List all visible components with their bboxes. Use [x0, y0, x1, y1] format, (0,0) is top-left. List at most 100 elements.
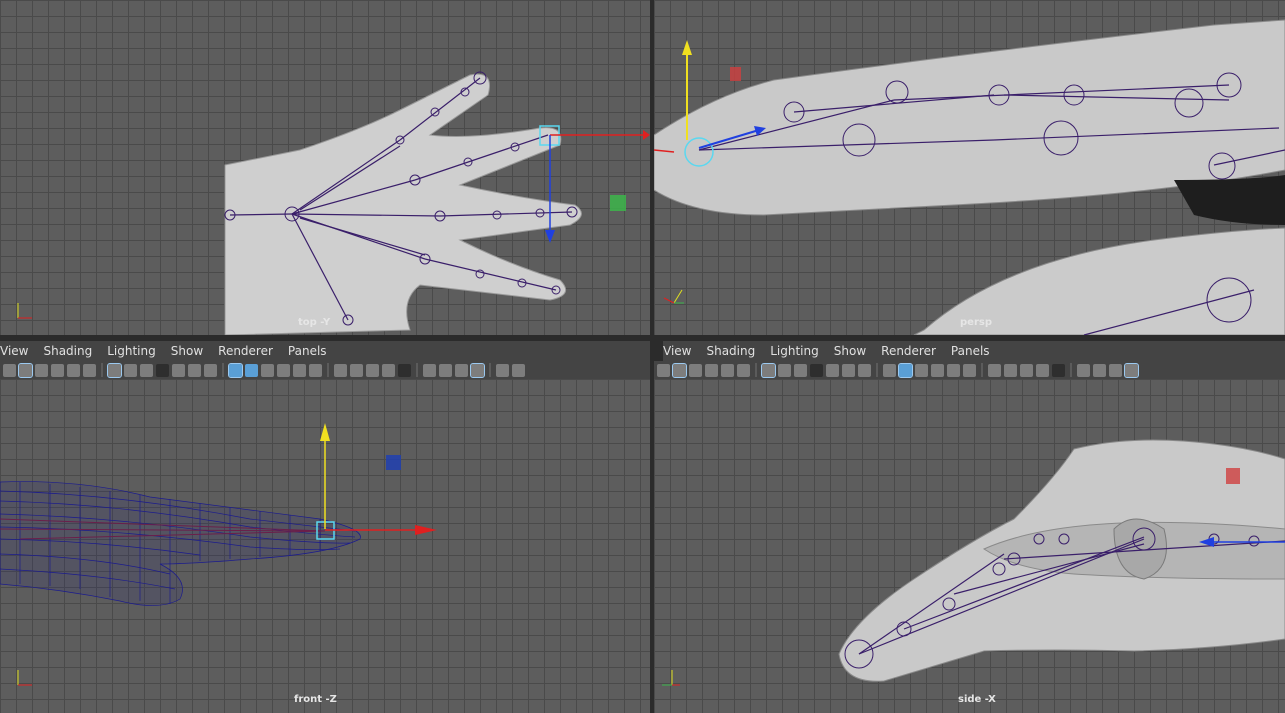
menu-shading[interactable]: Shading: [706, 344, 762, 358]
menu-panels[interactable]: Panels: [288, 344, 334, 358]
axis-gizmo: [17, 303, 32, 319]
wireframe-on-shaded-icon[interactable]: [261, 363, 274, 377]
field-chart-icon[interactable]: [172, 363, 185, 377]
toolbar-divider: [489, 363, 491, 377]
axis-gizmo: [663, 289, 684, 304]
ambient-occlusion-icon[interactable]: [1004, 363, 1017, 377]
depth-of-field-icon[interactable]: [398, 363, 411, 377]
gate-mask-icon[interactable]: [156, 363, 169, 377]
motion-blur-icon[interactable]: [1020, 363, 1033, 377]
shadows-icon[interactable]: [334, 363, 347, 377]
front-view-scene: [0, 423, 437, 686]
menu-view[interactable]: View: [663, 344, 698, 358]
viewport-label: front -Z: [294, 694, 337, 705]
toolbar-divider: [876, 363, 878, 377]
shadows-icon[interactable]: [988, 363, 1001, 377]
xray-joints-icon[interactable]: [1109, 363, 1122, 377]
wireframe-icon[interactable]: [228, 362, 243, 378]
axis-gizmo: [17, 670, 32, 686]
viewport-splitter-vertical[interactable]: [650, 0, 654, 713]
safe-title-icon[interactable]: [204, 363, 217, 377]
safe-action-icon[interactable]: [188, 363, 201, 377]
wireframe-on-shaded-icon[interactable]: [915, 363, 928, 377]
xray-active-icon[interactable]: [1124, 362, 1139, 378]
viewport-front[interactable]: front -Z: [0, 379, 650, 713]
bookmark-icon[interactable]: [35, 363, 48, 377]
viewport-label: top -Y: [298, 317, 331, 328]
ambient-occlusion-icon[interactable]: [350, 363, 363, 377]
plane-handle: [1226, 468, 1240, 484]
exposure-icon[interactable]: [496, 363, 509, 377]
field-chart-icon[interactable]: [826, 363, 839, 377]
toolbar-divider: [222, 363, 224, 377]
grid-icon[interactable]: [761, 362, 776, 378]
lights-icon[interactable]: [309, 363, 322, 377]
viewport-label: side -X: [958, 694, 996, 705]
viewport-label: persp: [960, 317, 992, 328]
anti-alias-icon[interactable]: [1036, 363, 1049, 377]
menu-renderer[interactable]: Renderer: [218, 344, 280, 358]
2d-pan-zoom-icon[interactable]: [67, 363, 80, 377]
xray-active-icon[interactable]: [470, 362, 485, 378]
smooth-shade-icon[interactable]: [898, 362, 913, 378]
safe-action-icon[interactable]: [842, 363, 855, 377]
checker-icon[interactable]: [947, 363, 960, 377]
toolbar-divider: [1070, 363, 1072, 377]
resolution-gate-icon[interactable]: [140, 363, 153, 377]
xray-icon[interactable]: [439, 363, 452, 377]
gamma-icon[interactable]: [512, 363, 525, 377]
xray-joints-icon[interactable]: [455, 363, 468, 377]
grease-pencil-icon[interactable]: [83, 363, 96, 377]
2d-pan-zoom-icon[interactable]: [721, 363, 734, 377]
checker-icon[interactable]: [293, 363, 306, 377]
xray-icon[interactable]: [1093, 363, 1106, 377]
wireframe-icon[interactable]: [883, 363, 896, 377]
grease-pencil-icon[interactable]: [737, 363, 750, 377]
menu-lighting[interactable]: Lighting: [107, 344, 163, 358]
image-plane-icon[interactable]: [705, 363, 718, 377]
gate-mask-icon[interactable]: [810, 363, 823, 377]
top-view-scene: [17, 71, 650, 335]
side-view-scene: [662, 439, 1285, 686]
plane-handle: [730, 67, 741, 81]
viewport-side[interactable]: side -X: [654, 379, 1285, 713]
plane-handle: [386, 455, 401, 470]
camera-select-icon[interactable]: [3, 363, 16, 377]
bookmark-icon[interactable]: [689, 363, 702, 377]
toolbar-divider: [981, 363, 983, 377]
viewport-top[interactable]: top -Y: [0, 0, 650, 335]
lights-icon[interactable]: [963, 363, 976, 377]
film-gate-icon[interactable]: [124, 363, 137, 377]
image-plane-icon[interactable]: [51, 363, 64, 377]
viewport-persp[interactable]: persp: [654, 0, 1285, 335]
depth-of-field-icon[interactable]: [1052, 363, 1065, 377]
safe-title-icon[interactable]: [858, 363, 871, 377]
camera-attributes-icon[interactable]: [18, 362, 33, 378]
hand-mesh: [224, 73, 582, 335]
film-gate-icon[interactable]: [778, 363, 791, 377]
camera-attributes-icon[interactable]: [672, 362, 687, 378]
toolbar-divider: [755, 363, 757, 377]
toolbar-divider: [101, 363, 103, 377]
menu-shading[interactable]: Shading: [43, 344, 99, 358]
menu-renderer[interactable]: Renderer: [881, 344, 943, 358]
isolate-select-icon[interactable]: [423, 363, 436, 377]
textured-icon[interactable]: [277, 363, 290, 377]
camera-select-icon[interactable]: [657, 363, 670, 377]
resolution-gate-icon[interactable]: [794, 363, 807, 377]
motion-blur-icon[interactable]: [366, 363, 379, 377]
menu-view[interactable]: View: [0, 344, 35, 358]
menu-lighting[interactable]: Lighting: [770, 344, 826, 358]
grid-icon[interactable]: [107, 362, 122, 378]
menu-show[interactable]: Show: [834, 344, 873, 358]
menu-show[interactable]: Show: [171, 344, 210, 358]
axis-gizmo: [662, 670, 680, 686]
plane-handle: [610, 195, 626, 211]
persp-view-scene: [654, 19, 1285, 335]
smooth-shade-icon[interactable]: [245, 363, 258, 377]
anti-alias-icon[interactable]: [382, 363, 395, 377]
textured-icon[interactable]: [931, 363, 944, 377]
isolate-select-icon[interactable]: [1077, 363, 1090, 377]
hand-wireframe: [0, 481, 361, 606]
menu-panels[interactable]: Panels: [951, 344, 997, 358]
